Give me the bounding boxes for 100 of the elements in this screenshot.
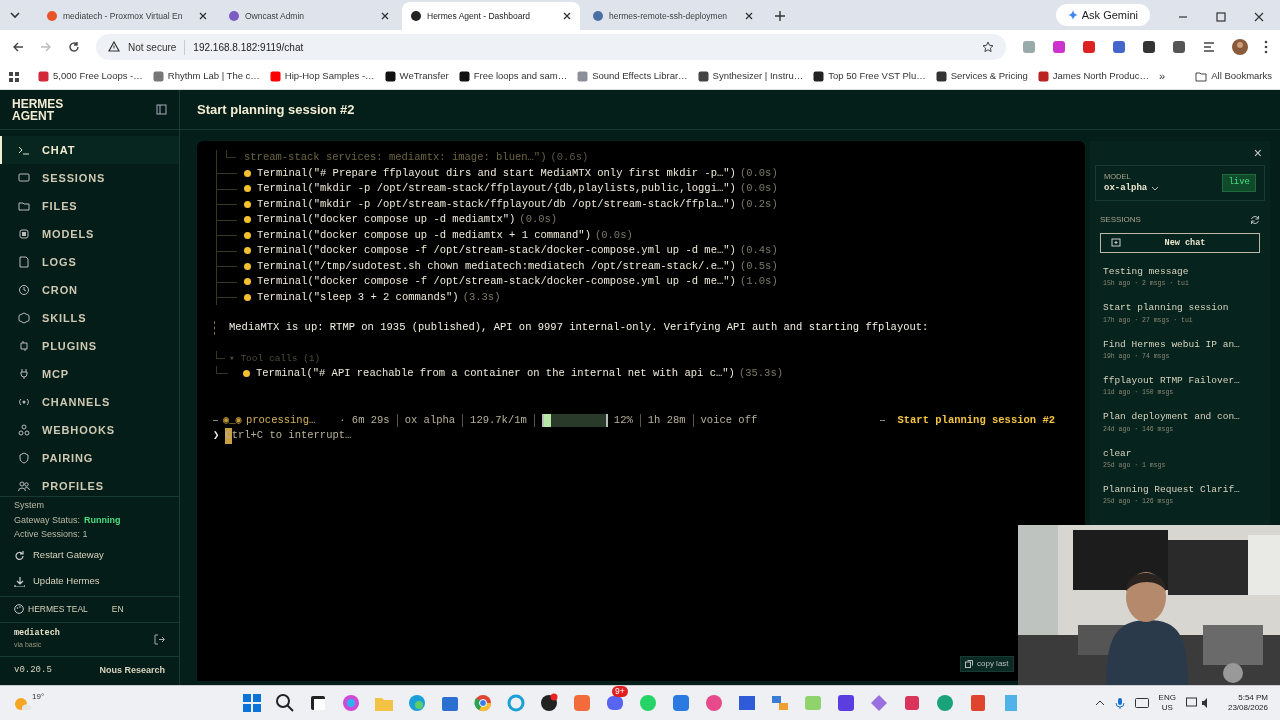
nav-item[interactable]: WEBHOOKS <box>0 416 179 444</box>
extension-icon[interactable] <box>1142 40 1156 54</box>
tab-title: Hermes Agent - Dashboard <box>427 9 531 23</box>
duration-text: (0.0s) <box>594 227 633 243</box>
palette-icon <box>14 604 24 614</box>
close-icon[interactable] <box>1254 12 1264 22</box>
nav-item[interactable]: LOGS <box>0 248 179 276</box>
reload-icon[interactable] <box>68 41 80 53</box>
theme-button[interactable]: HERMES TEAL <box>14 602 88 616</box>
brand-title: HERMES AGENT <box>12 97 65 122</box>
site-icon <box>813 71 825 82</box>
bookmark-link[interactable]: Hip-Hop Samples -… <box>269 69 375 84</box>
apps-icon[interactable] <box>8 70 20 83</box>
nav-item[interactable]: PROFILES <box>0 472 179 496</box>
bookmark-link[interactable]: James North Produc… <box>1037 69 1149 84</box>
copy-icon <box>965 660 973 668</box>
temperature-text: 19° <box>32 691 45 703</box>
search-icon[interactable] <box>275 693 295 713</box>
nav-item[interactable]: MCP <box>0 360 179 388</box>
new-chat-button[interactable]: New chat <box>1100 233 1260 253</box>
more-icon[interactable] <box>1264 40 1268 54</box>
ask-gemini-button[interactable]: Ask Gemini <box>1055 4 1150 26</box>
grid-icon[interactable] <box>836 693 856 713</box>
security-label: Not secure <box>128 39 186 55</box>
nav-icon <box>18 452 30 464</box>
bookmark-link[interactable]: 5,000 Free Loops -… <box>38 69 143 84</box>
start-icon[interactable] <box>242 693 262 713</box>
close-button[interactable]: × <box>1253 142 1262 164</box>
maximize-icon[interactable] <box>1216 12 1226 22</box>
site-icon <box>38 71 49 82</box>
live-badge: live <box>1222 174 1256 192</box>
duration-text: (0.0s) <box>519 212 558 227</box>
bookmark-link[interactable]: Rhythm Lab | The c… <box>152 69 260 84</box>
language-indicator[interactable]: ENG US <box>1158 693 1176 713</box>
tool-call-text: Terminal("# Prepare ffplayout dirs and start MediaMTX only first mkdir -p…") <box>257 165 736 181</box>
refresh-icon[interactable] <box>1250 215 1260 225</box>
nav-icon <box>18 200 30 212</box>
copy-button[interactable]: copy last <box>960 656 1014 672</box>
browser-tab[interactable]: Owncast Admin <box>220 2 398 30</box>
model-dropdown[interactable]: ox-alpha <box>1104 181 1160 196</box>
bookmark-link[interactable]: Synthesizer | Instru… <box>697 69 804 84</box>
browser-tab[interactable]: hermes-remote-ssh-deploymen <box>584 2 762 30</box>
close-icon[interactable] <box>198 11 208 21</box>
microphone-icon[interactable] <box>1114 697 1125 709</box>
avatar-icon[interactable] <box>1232 39 1248 55</box>
chat-icon[interactable] <box>605 693 625 713</box>
address-bar[interactable]: Not secure 192.168.8.182:9119/chat <box>96 34 1006 60</box>
diamond-icon[interactable] <box>869 693 889 713</box>
document-icon[interactable] <box>968 693 988 713</box>
back-icon[interactable] <box>12 41 24 53</box>
plus-icon[interactable] <box>774 10 786 22</box>
close-icon[interactable] <box>744 11 754 21</box>
site-icon <box>458 71 470 82</box>
logout-icon[interactable] <box>154 633 165 645</box>
clock[interactable]: 5:54 PM 23/08/2026 <box>1227 693 1268 713</box>
site-icon <box>384 71 396 82</box>
nav-item[interactable]: PLUGINS <box>0 332 179 360</box>
site-icon <box>152 71 164 82</box>
ring-icon[interactable] <box>506 693 526 713</box>
prompt-glyph: ❯ <box>213 428 220 443</box>
site-icon <box>1037 71 1049 82</box>
chevron-up-icon[interactable] <box>1094 698 1105 708</box>
bookmark-link[interactable]: Services & Pricing <box>935 69 1028 84</box>
browser-tab[interactable]: mediatech - Proxmox Virtual En <box>38 2 216 30</box>
collapse-sidebar-icon[interactable] <box>156 104 167 115</box>
nav-item[interactable]: MODELS <box>0 220 179 248</box>
close-icon[interactable] <box>562 11 572 21</box>
app-icon[interactable] <box>539 693 559 713</box>
browser-tab[interactable]: Hermes Agent - Dashboard <box>402 2 580 30</box>
bookmark-link[interactable]: WeTransfer <box>384 69 449 84</box>
nav-item[interactable]: CHAT <box>0 136 179 164</box>
duration-text: (0.0s) <box>739 181 778 196</box>
keyboard-icon[interactable] <box>1134 698 1149 708</box>
nav-item[interactable]: SKILLS <box>0 304 179 332</box>
language-button[interactable]: EN <box>111 602 124 616</box>
bookmark-link[interactable]: Free loops and sam… <box>458 69 568 84</box>
all-bookmarks-link[interactable]: All Bookmarks <box>1195 69 1272 84</box>
nav-icon <box>18 396 30 408</box>
bookmark-link[interactable]: Sound Effects Librar… <box>577 69 688 84</box>
browser-icon[interactable] <box>473 693 493 713</box>
nav-item[interactable]: FILES <box>0 192 179 220</box>
duration-text: (0.0s) <box>739 165 778 181</box>
nav-item[interactable]: SESSIONS <box>0 164 179 192</box>
nav-item[interactable]: CHANNELS <box>0 388 179 416</box>
close-icon[interactable] <box>380 11 390 21</box>
bookmark-link[interactable]: Top 50 Free VST Plu… <box>813 69 926 84</box>
nav-item[interactable]: PAIRING <box>0 444 179 472</box>
nav-item[interactable]: CRON <box>0 276 179 304</box>
star-icon[interactable] <box>982 41 994 53</box>
section-label: System <box>14 499 45 512</box>
browser-icon[interactable] <box>407 693 427 713</box>
action-button[interactable]: Restart Gateway <box>14 542 165 568</box>
extension-icon[interactable] <box>1172 40 1186 54</box>
swirl-icon[interactable] <box>341 693 361 713</box>
action-button[interactable]: Update Hermes <box>14 568 165 594</box>
site-icon <box>935 71 947 82</box>
more-bookmarks-button[interactable]: » <box>1158 68 1166 85</box>
window-icon[interactable] <box>308 693 328 713</box>
menu-icon[interactable] <box>1202 40 1216 54</box>
status-label: Gateway Status: <box>14 513 81 527</box>
